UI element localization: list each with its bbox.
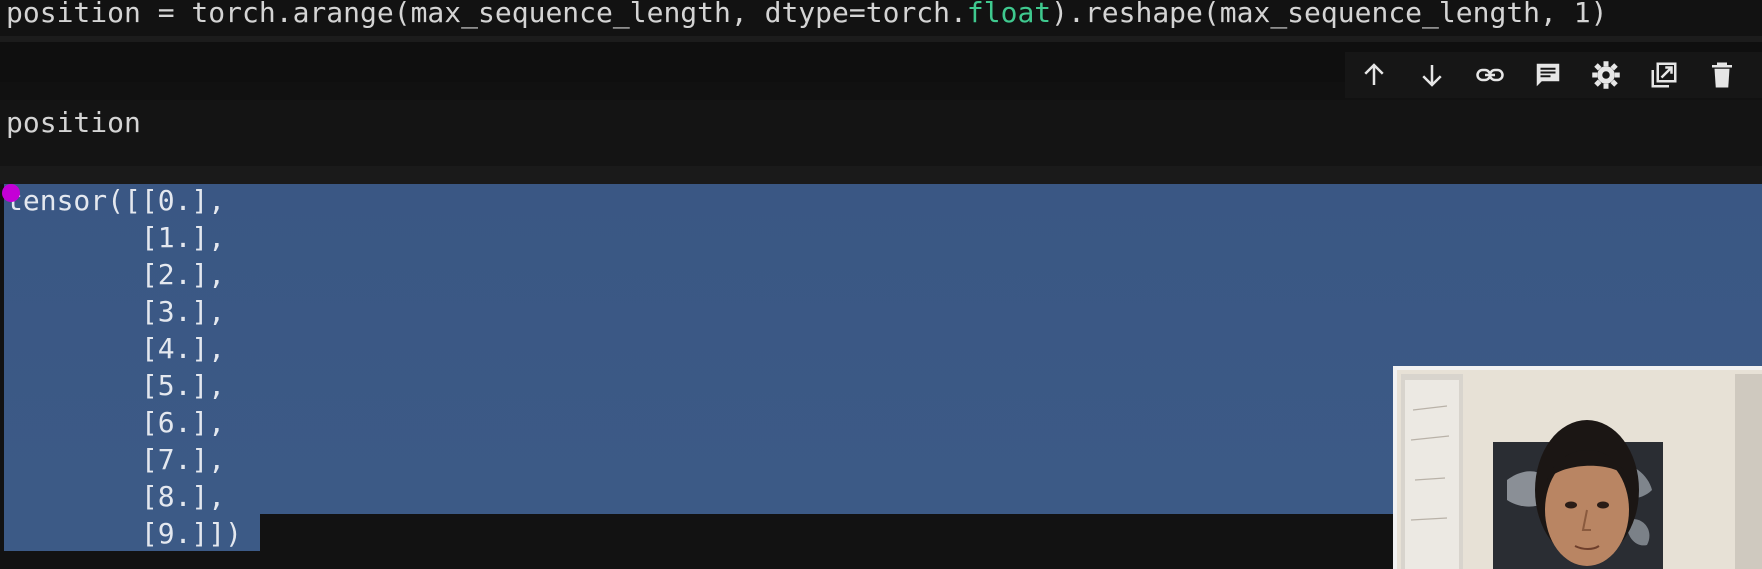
code-cell-2[interactable] (0, 100, 1762, 166)
output-line: [8.], (6, 480, 226, 513)
move-up-button[interactable] (1345, 52, 1403, 98)
open-in-new-icon (1651, 62, 1677, 88)
output-tensor-text[interactable]: tensor([[0.], [1.], [2.], [3.], [4.], [5… (6, 182, 242, 552)
gear-icon (1592, 61, 1620, 89)
output-line: [5.], (6, 369, 226, 402)
output-line: [1.], (6, 221, 226, 254)
comment-button[interactable] (1519, 52, 1577, 98)
output-line: tensor([[0.], (6, 184, 226, 217)
output-line: [9.]]) (6, 517, 243, 550)
output-line: [2.], (6, 258, 226, 291)
code-line-1[interactable]: position = torch.arange(max_sequence_len… (6, 0, 1607, 31)
code-keyword: float (966, 0, 1052, 29)
trash-icon (1712, 62, 1732, 88)
delete-button[interactable] (1693, 52, 1751, 98)
output-divider (0, 166, 1762, 184)
arrow-down-icon (1422, 65, 1442, 87)
webcam-overlay (1393, 366, 1762, 569)
open-in-tab-button[interactable] (1635, 52, 1693, 98)
cell-toolbar (1345, 52, 1762, 98)
code-text-before: position = torch.arange(max_sequence_len… (6, 0, 967, 29)
output-line: [6.], (6, 406, 226, 439)
settings-button[interactable] (1577, 52, 1635, 98)
arrow-up-icon (1364, 63, 1384, 85)
output-line: [4.], (6, 332, 226, 365)
output-line: [3.], (6, 295, 226, 328)
link-button[interactable] (1461, 52, 1519, 98)
webcam-video-image (1397, 370, 1762, 569)
code-line-2[interactable]: position (6, 104, 141, 141)
link-icon (1476, 68, 1504, 82)
comment-icon (1536, 63, 1560, 87)
cursor-dot-icon (2, 184, 20, 202)
output-line: [7.], (6, 443, 226, 476)
notebook-view: position = torch.arange(max_sequence_len… (0, 0, 1762, 569)
move-down-button[interactable] (1403, 52, 1461, 98)
code-text-after: ).reshape(max_sequence_length, 1) (1051, 0, 1608, 29)
